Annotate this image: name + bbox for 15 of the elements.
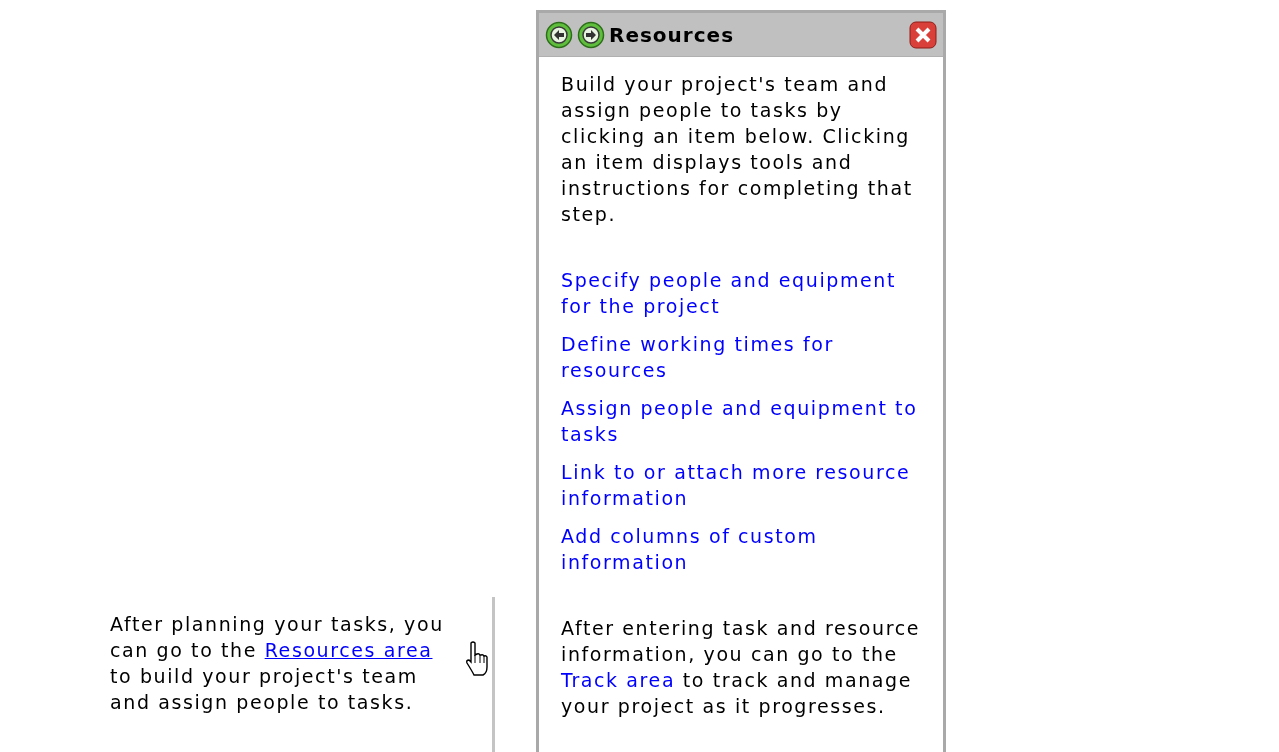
task-link[interactable]: Assign people and equipment to tasks	[561, 395, 925, 447]
task-link[interactable]: Link to or attach more resource information	[561, 459, 925, 511]
note-text: After planning your tasks, you can go to the Resources area to build your project's team and assign people to tasks.	[110, 612, 445, 715]
resources-link[interactable]: Resources area	[264, 639, 433, 661]
footer-text: After entering task and resource information, you can go to the Track area to track and manage your project as it progresses.	[561, 616, 921, 719]
track-area-link[interactable]: Track area	[561, 669, 676, 691]
close-icon[interactable]	[909, 20, 937, 49]
task-link[interactable]: Specify people and equipment for the project	[561, 267, 925, 319]
task-link[interactable]: Define working times for resources	[561, 331, 925, 383]
panel-title: Resources	[609, 21, 736, 48]
intro-text: Build your project's team and assign people to tasks by clicking an item below. Clicking an item displays tools and instructions for completing that step.	[561, 72, 914, 227]
task-link[interactable]: Add columns of custom information	[561, 523, 925, 575]
hand-cursor-icon	[464, 641, 490, 677]
forward-arrow-icon[interactable]	[577, 20, 605, 49]
back-arrow-icon[interactable]	[545, 20, 573, 49]
